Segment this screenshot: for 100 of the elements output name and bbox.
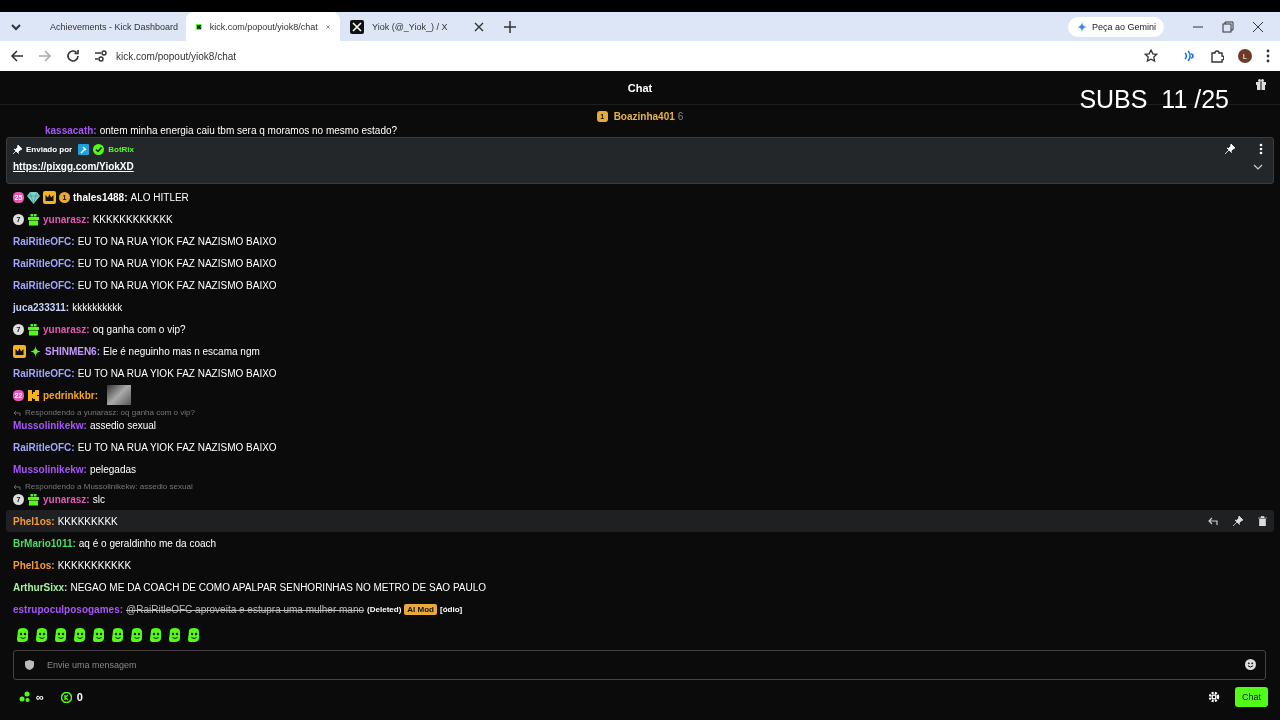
message-text: EU TO NA RUA YIOK FAZ NAZISMO BAIXO: [77, 257, 277, 269]
username[interactable]: Mussolinikekw:: [13, 463, 87, 475]
verified-badge-icon: [93, 143, 105, 155]
kicks-value: 0: [76, 691, 83, 703]
subs-overlay-text: SUBS 11 /25: [1079, 86, 1229, 112]
browser-tab[interactable]: Achievements - Kick Dashboard: [32, 12, 186, 41]
site-settings-icon[interactable]: [94, 50, 108, 62]
points-value: ∞: [36, 691, 44, 703]
gift-badge-icon: [27, 212, 40, 226]
message-text: EU TO NA RUA YIOK FAZ NAZISMO BAIXO: [77, 367, 277, 379]
username[interactable]: RaiRitleOFC:: [13, 367, 75, 379]
reply-icon: [13, 482, 21, 490]
chat-title: Chat: [627, 81, 653, 94]
username[interactable]: kassacath:: [45, 125, 97, 136]
browser-tab[interactable]: kick.com/popout/yiok8/chat: [186, 12, 340, 41]
username[interactable]: yunarasz:: [43, 493, 90, 505]
message-text: EU TO NA RUA YIOK FAZ NAZISMO BAIXO: [77, 235, 277, 247]
emote-icon[interactable]: [111, 628, 125, 642]
crown-badge-icon: [13, 344, 26, 358]
pin-icon[interactable]: [1233, 516, 1243, 526]
username[interactable]: RaiRitleOFC:: [13, 279, 75, 291]
reply-icon: [13, 408, 21, 416]
username[interactable]: ArthurSixx:: [13, 581, 68, 593]
moderation-reason: [ódio]: [439, 604, 463, 614]
extension-waves-icon[interactable]: [1182, 49, 1196, 63]
message-text: oq ganha com o vip?: [92, 323, 186, 335]
username[interactable]: thales1488:: [73, 191, 128, 203]
close-icon[interactable]: [1252, 20, 1264, 33]
emote-icon[interactable]: [54, 628, 68, 642]
emote-icon[interactable]: [187, 628, 201, 642]
username[interactable]: Phel1os:: [13, 515, 55, 527]
chat-send-button[interactable]: Chat: [1235, 687, 1268, 707]
gifter-name: Boazinha401: [613, 110, 675, 122]
sparkle-badge-icon: [29, 344, 42, 358]
emote-icon[interactable]: [92, 628, 106, 642]
crown-badge-icon: [43, 190, 56, 204]
close-icon[interactable]: [474, 21, 484, 32]
shield-icon: [25, 660, 34, 670]
username[interactable]: Phel1os:: [13, 559, 55, 571]
username[interactable]: yunarasz:: [43, 323, 90, 335]
restore-icon[interactable]: [1222, 20, 1234, 33]
bookmark-star-icon[interactable]: [1144, 49, 1158, 63]
emote-icon[interactable]: [73, 628, 87, 642]
message-text: NEGAO ME DA COACH DE COMO APALPAR SENHORINHAS NO METRO DE SAO PAULO: [70, 581, 487, 593]
message-text: @RaiRitleOFC aproveita e estupra uma mulher mano: [126, 603, 365, 615]
settings-icon[interactable]: [1208, 691, 1220, 703]
browser-tab[interactable]: Yiok (@_Yiok_) / X: [340, 12, 494, 41]
emote-icon[interactable]: [35, 628, 49, 642]
gem-badge-icon: [27, 190, 40, 204]
emote-icon[interactable]: [16, 628, 30, 642]
emote-icon[interactable]: [168, 628, 182, 642]
username[interactable]: RaiRitleOFC:: [13, 235, 75, 247]
reload-icon[interactable]: [66, 49, 80, 63]
url-text: kick.com/popout/yiok8/chat: [116, 50, 237, 62]
message-text: assedio sexual: [89, 419, 157, 431]
extensions-puzzle-icon[interactable]: [1210, 49, 1224, 63]
reply-text: Respondendo a yunarasz: oq ganha com o vip?: [25, 407, 195, 417]
trash-icon[interactable]: [1258, 516, 1267, 526]
username[interactable]: yunarasz:: [43, 213, 90, 225]
channel-points-icon: [19, 691, 31, 703]
username[interactable]: juca233311:: [13, 301, 70, 313]
username[interactable]: estrupoculposogames:: [13, 603, 124, 615]
hammer-badge-icon: [78, 143, 90, 155]
message-text: KKKKKKKKK: [57, 515, 118, 527]
reply-icon[interactable]: [1208, 517, 1218, 525]
username[interactable]: Mussolinikekw:: [13, 419, 87, 431]
tab-title: Achievements - Kick Dashboard: [50, 21, 179, 32]
username[interactable]: pedrinkkbr:: [43, 389, 98, 401]
message-text: pelegadas: [89, 463, 137, 475]
username[interactable]: RaiRitleOFC:: [13, 441, 75, 453]
chevron-down-icon[interactable]: [1253, 163, 1263, 170]
message-text: slc: [92, 493, 105, 505]
gemini-button[interactable]: Peça ao Gemini: [1067, 16, 1164, 37]
message-text: ALO HITLER: [130, 191, 189, 203]
message-text: KKKKKKKKKKK: [57, 559, 132, 571]
reply-text: Respondendo a Mussolinikekw: assedio sexual: [25, 481, 193, 491]
back-icon[interactable]: [10, 49, 24, 63]
emote-icon[interactable]: [130, 628, 144, 642]
message-text: ontem minha energia caiu tbm sera q moramos no mesmo estado?: [99, 125, 398, 136]
new-tab-icon[interactable]: [504, 20, 516, 33]
more-icon[interactable]: [1259, 143, 1263, 155]
gift-badge-icon: [27, 322, 40, 336]
emoji-icon[interactable]: [1245, 659, 1256, 670]
more-icon[interactable]: [1266, 49, 1270, 63]
pinned-link[interactable]: https://pixgg.com/YiokXD: [13, 161, 134, 172]
message-text: aq é o geraldinho me da coach: [78, 537, 217, 549]
profile-avatar[interactable]: L: [1238, 49, 1252, 63]
message-text: Ele é neguinho mas n escama ngm: [103, 345, 260, 357]
emote-icon[interactable]: [149, 628, 163, 642]
gift-icon[interactable]: [1255, 78, 1267, 90]
k-badge-icon: [27, 388, 40, 402]
tab-title: Yiok (@_Yiok_) / X: [372, 21, 449, 32]
username[interactable]: SHINMEN6:: [45, 345, 100, 357]
message-input-field[interactable]: Envie uma mensagem: [13, 650, 1266, 680]
pin-icon: [13, 144, 22, 154]
username[interactable]: RaiRitleOFC:: [13, 257, 75, 269]
username[interactable]: BrMario1011:: [13, 537, 76, 549]
message-text: kkkkkkkkkk: [72, 301, 123, 313]
kicks-coin-icon: [60, 691, 72, 703]
pinned-label: Enviado por: [26, 144, 73, 154]
